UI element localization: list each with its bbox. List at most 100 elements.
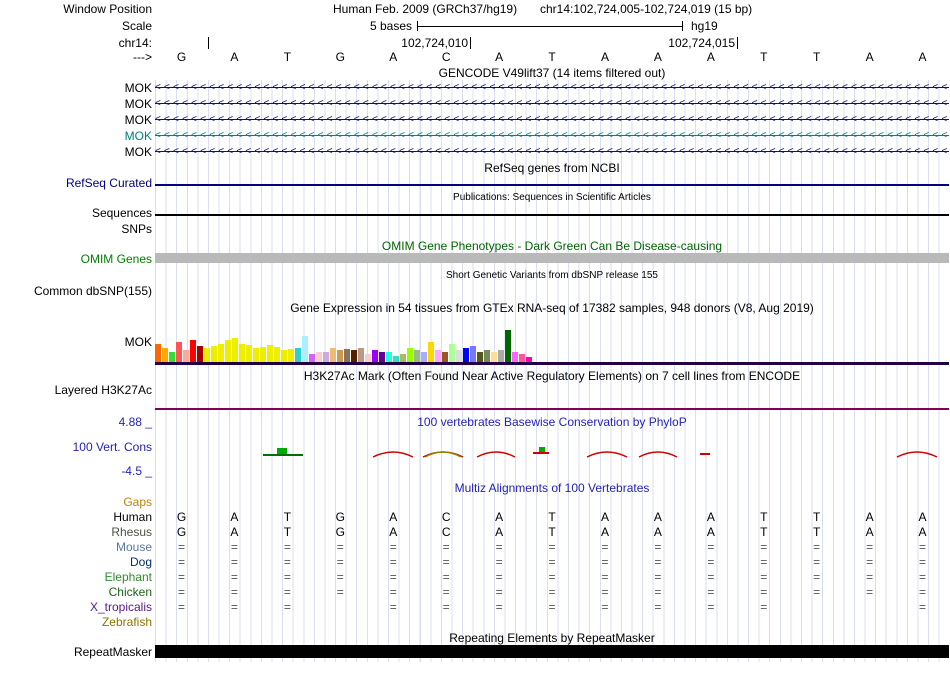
gtex-expression-bar[interactable] [519, 354, 525, 362]
alignment-row-mouse[interactable]: Mouse = = = = = = = = = = = = = = = [0, 540, 950, 555]
gtex-expression-bar[interactable] [365, 354, 371, 362]
transcript-label[interactable]: MOK [0, 128, 152, 144]
gtex-expression-bar[interactable] [344, 349, 350, 362]
alignment-row-elephant[interactable]: Elephant = = = = = = = = = = = = = = = [0, 570, 950, 585]
gtex-expression-bar[interactable] [295, 348, 301, 362]
gtex-expression-bar[interactable] [302, 336, 308, 362]
alignment-row-dog[interactable]: Dog = = = = = = = = = = = = = = = [0, 555, 950, 570]
gtex-expression-bar[interactable] [491, 352, 497, 362]
alignment-row-gaps[interactable]: Gaps [0, 495, 950, 510]
publications-item-line[interactable] [155, 214, 949, 216]
gtex-expression-bar[interactable] [246, 345, 252, 362]
gtex-expression-bar[interactable] [470, 346, 476, 362]
alignment-row-rhesus[interactable]: Rhesus G A T G A C A T A A A T T A A [0, 525, 950, 540]
gtex-expression-bar[interactable] [218, 344, 224, 362]
gtex-expression-bar[interactable] [232, 338, 238, 362]
gtex-expression-bar[interactable] [449, 344, 455, 362]
gtex-expression-bar[interactable] [309, 354, 315, 362]
gtex-expression-bar[interactable] [505, 330, 511, 362]
gtex-expression-bar[interactable] [281, 350, 287, 362]
repeatmasker-bar[interactable] [155, 645, 949, 658]
gtex-expression-bar[interactable] [512, 352, 518, 362]
gtex-expression-bar[interactable] [484, 350, 490, 362]
gtex-expression-bar[interactable] [421, 352, 427, 362]
refseq-gene-line[interactable] [155, 184, 949, 186]
h3k27ac-label[interactable]: Layered H3K27Ac [0, 383, 152, 397]
gencode-transcript-row[interactable]: MOK <<<<<<<<<<<<<<<<<<<<<<<<<<<<<<<<<<<<<… [0, 144, 950, 160]
gtex-expression-bar[interactable] [435, 350, 441, 362]
gtex-expression-bar[interactable] [442, 352, 448, 362]
species-label[interactable]: Rhesus [0, 525, 152, 540]
gtex-expression-bar[interactable] [190, 340, 196, 362]
transcript-label[interactable]: MOK [0, 144, 152, 160]
dbsnp-label[interactable]: Common dbSNP(155) [0, 284, 152, 298]
gencode-transcript-row[interactable]: MOK <<<<<<<<<<<<<<<<<<<<<<<<<<<<<<<<<<<<<… [0, 128, 950, 144]
gtex-expression-bar[interactable] [477, 352, 483, 362]
gtex-expression-bar[interactable] [351, 350, 357, 362]
species-label[interactable]: Chicken [0, 585, 152, 600]
transcript-intron-arrows[interactable]: <<<<<<<<<<<<<<<<<<<<<<<<<<<<<<<<<<<<<<<<… [155, 144, 949, 160]
gtex-expression-bar[interactable] [260, 347, 266, 362]
snps-label[interactable]: SNPs [0, 222, 152, 236]
gencode-track[interactable]: MOK <<<<<<<<<<<<<<<<<<<<<<<<<<<<<<<<<<<<<… [0, 80, 950, 160]
gtex-expression-bar[interactable] [414, 350, 420, 362]
alignment-row-human[interactable]: Human G A T G A C A T A A A T T A A [0, 510, 950, 525]
gtex-expression-bar[interactable] [372, 350, 378, 362]
refseq-curated-label[interactable]: RefSeq Curated [0, 176, 152, 190]
snps-row[interactable]: SNPs [0, 222, 950, 236]
repeatmasker-row[interactable]: RepeatMasker [0, 645, 950, 659]
omim-genes-label[interactable]: OMIM Genes [0, 252, 152, 266]
transcript-intron-arrows[interactable]: <<<<<<<<<<<<<<<<<<<<<<<<<<<<<<<<<<<<<<<<… [155, 112, 949, 128]
dbsnp-row[interactable]: Common dbSNP(155) [0, 284, 950, 298]
gtex-expression-bar[interactable] [358, 348, 364, 362]
phylop-track-label[interactable]: 100 Vert. Cons [0, 440, 152, 454]
gtex-expression-bar[interactable] [267, 345, 273, 362]
transcript-intron-arrows[interactable]: <<<<<<<<<<<<<<<<<<<<<<<<<<<<<<<<<<<<<<<<… [155, 80, 949, 96]
gtex-expression-bar[interactable] [428, 342, 434, 362]
transcript-label[interactable]: MOK [0, 80, 152, 96]
gtex-expression-bar[interactable] [211, 346, 217, 362]
gtex-expression-bar[interactable] [407, 348, 413, 362]
gtex-expression-bar[interactable] [197, 346, 203, 362]
gencode-transcript-row[interactable]: MOK <<<<<<<<<<<<<<<<<<<<<<<<<<<<<<<<<<<<<… [0, 80, 950, 96]
species-label[interactable]: Elephant [0, 570, 152, 585]
phylop-wiggle[interactable] [155, 438, 949, 468]
transcript-intron-arrows[interactable]: <<<<<<<<<<<<<<<<<<<<<<<<<<<<<<<<<<<<<<<<… [155, 128, 949, 144]
gtex-expression-bar[interactable] [239, 344, 245, 362]
gtex-expression-bar[interactable] [456, 350, 462, 362]
gencode-transcript-row[interactable]: MOK <<<<<<<<<<<<<<<<<<<<<<<<<<<<<<<<<<<<<… [0, 112, 950, 128]
gtex-expression-bar[interactable] [204, 348, 210, 362]
gtex-expression-bar[interactable] [316, 352, 322, 362]
gtex-expression-bar[interactable] [330, 348, 336, 362]
gtex-expression-bar[interactable] [183, 350, 189, 362]
alignment-row-chicken[interactable]: Chicken = = = = = = = = = = = = = = = [0, 585, 950, 600]
sequences-label[interactable]: Sequences [0, 206, 152, 220]
gtex-expression-bar[interactable] [162, 348, 168, 362]
gtex-expression-bar[interactable] [337, 350, 343, 362]
alignment-row-x_tropicalis[interactable]: X_tropicalis = = = = = = = = = = = = [0, 600, 950, 615]
h3k27ac-row[interactable]: Layered H3K27Ac [0, 383, 950, 397]
species-label[interactable]: Mouse [0, 540, 152, 555]
gtex-expression-bar[interactable] [288, 349, 294, 362]
gtex-expression-bar[interactable] [155, 344, 161, 362]
gtex-expression-bar[interactable] [253, 348, 259, 362]
multiz-alignment-track[interactable]: Gaps Human G A T G A C A T A A A T T A A Rhesus G A T G A C A T A A… [0, 495, 950, 630]
gtex-expression-bar[interactable] [274, 347, 280, 362]
gtex-expression-bar[interactable] [176, 342, 182, 362]
gtex-expression-chart[interactable] [155, 326, 949, 362]
gtex-expression-bar[interactable] [463, 348, 469, 362]
gtex-expression-bar[interactable] [498, 350, 504, 362]
omim-gene-bar[interactable] [155, 253, 949, 263]
species-label[interactable]: Human [0, 510, 152, 525]
species-label[interactable]: Gaps [0, 495, 152, 510]
repeatmasker-label[interactable]: RepeatMasker [0, 645, 152, 659]
species-label[interactable]: Zebrafish [0, 615, 152, 630]
gtex-expression-bar[interactable] [169, 352, 175, 362]
transcript-label[interactable]: MOK [0, 96, 152, 112]
alignment-row-zebrafish[interactable]: Zebrafish [0, 615, 950, 630]
transcript-label[interactable]: MOK [0, 112, 152, 128]
publications-sequences-row[interactable]: Sequences [0, 206, 950, 220]
omim-genes-row[interactable]: OMIM Genes [0, 252, 950, 266]
gtex-gene-label[interactable]: MOK [0, 335, 152, 349]
species-label[interactable]: X_tropicalis [0, 600, 152, 615]
